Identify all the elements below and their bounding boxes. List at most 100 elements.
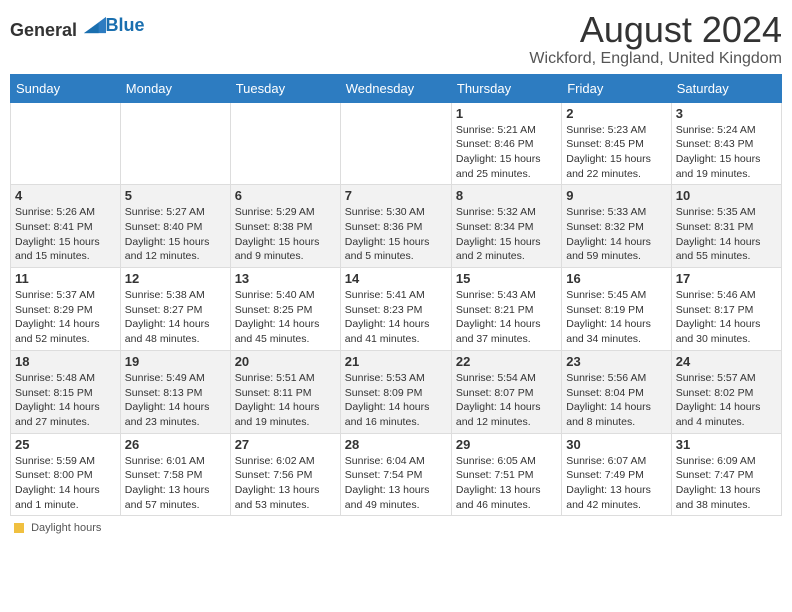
day-info: Sunrise: 5:27 AM Sunset: 8:40 PM Dayligh… (125, 205, 226, 264)
calendar-cell: 7 Sunrise: 5:30 AM Sunset: 8:36 PM Daylig… (340, 185, 451, 268)
day-number: 24 (676, 354, 777, 369)
day-info: Sunrise: 5:32 AM Sunset: 8:34 PM Dayligh… (456, 205, 557, 264)
day-info: Sunrise: 5:59 AM Sunset: 8:00 PM Dayligh… (15, 454, 116, 513)
calendar-cell (120, 102, 230, 185)
day-info: Sunrise: 5:54 AM Sunset: 8:07 PM Dayligh… (456, 371, 557, 430)
day-number: 1 (456, 106, 557, 121)
day-number: 14 (345, 271, 447, 286)
calendar-cell: 5 Sunrise: 5:27 AM Sunset: 8:40 PM Daylig… (120, 185, 230, 268)
calendar-cell: 17 Sunrise: 5:46 AM Sunset: 8:17 PM Dayli… (671, 268, 781, 351)
calendar-table: SundayMondayTuesdayWednesdayThursdayFrid… (10, 74, 782, 517)
calendar-cell: 8 Sunrise: 5:32 AM Sunset: 8:34 PM Daylig… (451, 185, 561, 268)
calendar-cell: 22 Sunrise: 5:54 AM Sunset: 8:07 PM Dayli… (451, 350, 561, 433)
calendar-week-2: 4Sunrise: 5:26 AM Sunset: 8:41 PM Daylig… (11, 185, 782, 268)
column-header-saturday: Saturday (671, 74, 781, 102)
day-number: 31 (676, 437, 777, 452)
day-info: Sunrise: 6:05 AM Sunset: 7:51 PM Dayligh… (456, 454, 557, 513)
day-info: Sunrise: 6:07 AM Sunset: 7:49 PM Dayligh… (566, 454, 666, 513)
day-number: 23 (566, 354, 666, 369)
column-header-thursday: Thursday (451, 74, 561, 102)
day-number: 16 (566, 271, 666, 286)
logo-general-text: General (10, 20, 77, 40)
calendar-cell: 4Sunrise: 5:26 AM Sunset: 8:41 PM Daylig… (11, 185, 121, 268)
day-number: 30 (566, 437, 666, 452)
day-info: Sunrise: 5:48 AM Sunset: 8:15 PM Dayligh… (15, 371, 116, 430)
legend-dot (14, 523, 24, 533)
calendar-cell: 25 Sunrise: 5:59 AM Sunset: 8:00 PM Dayli… (11, 433, 121, 516)
calendar-cell: 26 Sunrise: 6:01 AM Sunset: 7:58 PM Dayli… (120, 433, 230, 516)
day-info: Sunrise: 5:45 AM Sunset: 8:19 PM Dayligh… (566, 288, 666, 347)
column-header-friday: Friday (562, 74, 671, 102)
day-number: 26 (125, 437, 226, 452)
day-number: 18 (15, 354, 116, 369)
day-number: 8 (456, 188, 557, 203)
column-header-wednesday: Wednesday (340, 74, 451, 102)
day-number: 13 (235, 271, 336, 286)
logo: General Blue (10, 14, 145, 41)
calendar-cell: 3Sunrise: 5:24 AM Sunset: 8:43 PM Daylig… (671, 102, 781, 185)
calendar-cell: 16 Sunrise: 5:45 AM Sunset: 8:19 PM Dayli… (562, 268, 671, 351)
calendar-cell: 21Sunrise: 5:53 AM Sunset: 8:09 PM Dayli… (340, 350, 451, 433)
calendar-cell: 9Sunrise: 5:33 AM Sunset: 8:32 PM Daylig… (562, 185, 671, 268)
day-number: 12 (125, 271, 226, 286)
day-number: 25 (15, 437, 116, 452)
day-info: Sunrise: 5:46 AM Sunset: 8:17 PM Dayligh… (676, 288, 777, 347)
calendar-cell: 13 Sunrise: 5:40 AM Sunset: 8:25 PM Dayli… (230, 268, 340, 351)
calendar-cell: 29 Sunrise: 6:05 AM Sunset: 7:51 PM Dayli… (451, 433, 561, 516)
day-info: Sunrise: 5:41 AM Sunset: 8:23 PM Dayligh… (345, 288, 447, 347)
day-info: Sunrise: 5:57 AM Sunset: 8:02 PM Dayligh… (676, 371, 777, 430)
day-info: Sunrise: 5:23 AM Sunset: 8:45 PM Dayligh… (566, 123, 666, 182)
day-number: 17 (676, 271, 777, 286)
logo-icon (84, 14, 106, 36)
calendar-cell: 14 Sunrise: 5:41 AM Sunset: 8:23 PM Dayli… (340, 268, 451, 351)
day-number: 27 (235, 437, 336, 452)
day-number: 11 (15, 271, 116, 286)
calendar-cell: 11Sunrise: 5:37 AM Sunset: 8:29 PM Dayli… (11, 268, 121, 351)
day-info: Sunrise: 5:40 AM Sunset: 8:25 PM Dayligh… (235, 288, 336, 347)
logo-blue-text: Blue (106, 15, 145, 36)
day-number: 20 (235, 354, 336, 369)
calendar-cell (230, 102, 340, 185)
subtitle: Wickford, England, United Kingdom (529, 50, 782, 68)
calendar-week-5: 25 Sunrise: 5:59 AM Sunset: 8:00 PM Dayli… (11, 433, 782, 516)
day-info: Sunrise: 5:29 AM Sunset: 8:38 PM Dayligh… (235, 205, 336, 264)
calendar-cell: 15Sunrise: 5:43 AM Sunset: 8:21 PM Dayli… (451, 268, 561, 351)
calendar-cell: 28 Sunrise: 6:04 AM Sunset: 7:54 PM Dayli… (340, 433, 451, 516)
day-info: Sunrise: 6:01 AM Sunset: 7:58 PM Dayligh… (125, 454, 226, 513)
day-info: Sunrise: 5:51 AM Sunset: 8:11 PM Dayligh… (235, 371, 336, 430)
calendar-cell: 24 Sunrise: 5:57 AM Sunset: 8:02 PM Dayli… (671, 350, 781, 433)
calendar-cell: 27 Sunrise: 6:02 AM Sunset: 7:56 PM Dayli… (230, 433, 340, 516)
calendar-week-1: 1 Sunrise: 5:21 AM Sunset: 8:46 PM Daylig… (11, 102, 782, 185)
day-info: Sunrise: 5:30 AM Sunset: 8:36 PM Dayligh… (345, 205, 447, 264)
day-info: Sunrise: 5:43 AM Sunset: 8:21 PM Dayligh… (456, 288, 557, 347)
calendar-cell: 10 Sunrise: 5:35 AM Sunset: 8:31 PM Dayli… (671, 185, 781, 268)
day-number: 28 (345, 437, 447, 452)
day-info: Sunrise: 5:21 AM Sunset: 8:46 PM Dayligh… (456, 123, 557, 182)
calendar-header-row: SundayMondayTuesdayWednesdayThursdayFrid… (11, 74, 782, 102)
title-area: August 2024 Wickford, England, United Ki… (529, 10, 782, 68)
calendar-cell: 20 Sunrise: 5:51 AM Sunset: 8:11 PM Dayli… (230, 350, 340, 433)
calendar-week-4: 18 Sunrise: 5:48 AM Sunset: 8:15 PM Dayli… (11, 350, 782, 433)
calendar-cell: 12 Sunrise: 5:38 AM Sunset: 8:27 PM Dayli… (120, 268, 230, 351)
calendar-cell: 31 Sunrise: 6:09 AM Sunset: 7:47 PM Dayli… (671, 433, 781, 516)
day-info: Sunrise: 6:04 AM Sunset: 7:54 PM Dayligh… (345, 454, 447, 513)
day-number: 5 (125, 188, 226, 203)
calendar-cell: 18 Sunrise: 5:48 AM Sunset: 8:15 PM Dayli… (11, 350, 121, 433)
day-number: 9 (566, 188, 666, 203)
calendar-cell (11, 102, 121, 185)
day-number: 22 (456, 354, 557, 369)
day-number: 7 (345, 188, 447, 203)
day-info: Sunrise: 5:38 AM Sunset: 8:27 PM Dayligh… (125, 288, 226, 347)
day-info: Sunrise: 5:26 AM Sunset: 8:41 PM Dayligh… (15, 205, 116, 264)
main-title: August 2024 (529, 10, 782, 50)
column-header-tuesday: Tuesday (230, 74, 340, 102)
day-number: 10 (676, 188, 777, 203)
day-number: 29 (456, 437, 557, 452)
day-info: Sunrise: 6:09 AM Sunset: 7:47 PM Dayligh… (676, 454, 777, 513)
day-info: Sunrise: 5:35 AM Sunset: 8:31 PM Dayligh… (676, 205, 777, 264)
calendar-cell: 30 Sunrise: 6:07 AM Sunset: 7:49 PM Dayli… (562, 433, 671, 516)
legend-label: Daylight hours (31, 522, 101, 534)
day-number: 2 (566, 106, 666, 121)
day-info: Sunrise: 6:02 AM Sunset: 7:56 PM Dayligh… (235, 454, 336, 513)
calendar-cell: 23Sunrise: 5:56 AM Sunset: 8:04 PM Dayli… (562, 350, 671, 433)
